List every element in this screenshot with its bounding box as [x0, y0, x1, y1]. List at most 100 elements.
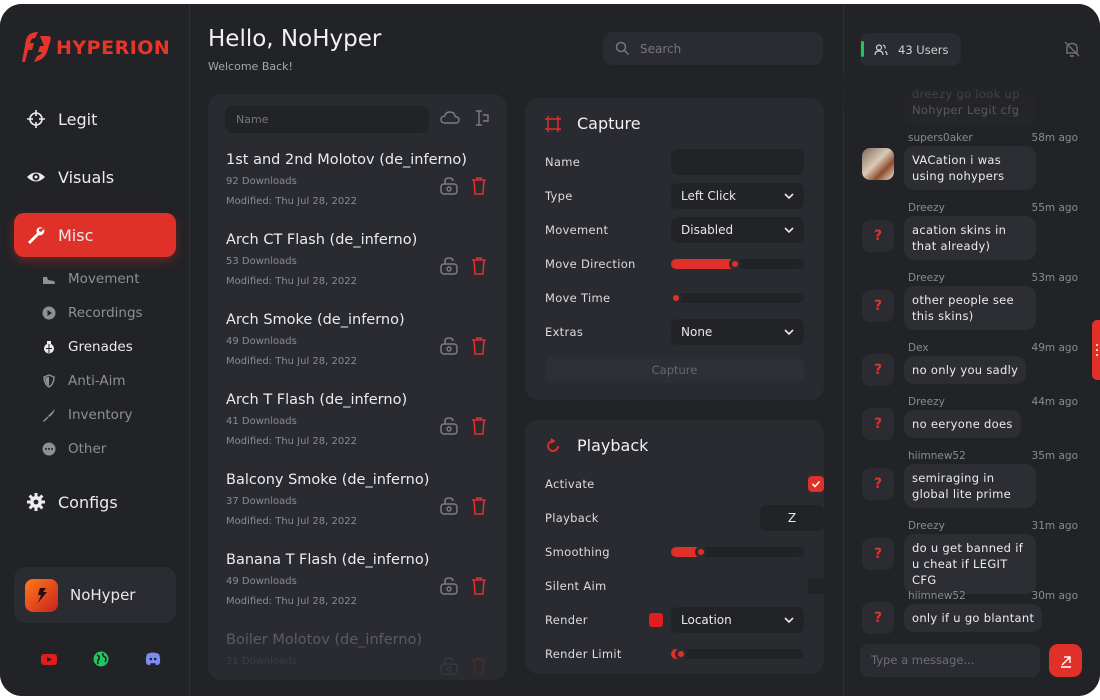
activate-row: Activate [545, 471, 824, 497]
text-cursor-icon[interactable] [472, 110, 490, 126]
unlock-icon[interactable] [439, 656, 459, 676]
sub-item-inventory[interactable]: Inventory [42, 407, 132, 423]
capture-name-label: Name [545, 155, 581, 169]
discord-icon[interactable] [144, 650, 162, 668]
capture-movement-label: Movement [545, 223, 609, 237]
capture-button[interactable]: Capture [545, 357, 804, 383]
slider-knob[interactable] [728, 258, 741, 270]
render-select[interactable]: Location [671, 607, 804, 633]
list-item-actions [439, 416, 489, 436]
chat-message-header: hiimnew52 30m ago [908, 590, 1078, 602]
chat-username[interactable]: hiimnew52 [908, 450, 966, 462]
slider-knob[interactable] [695, 546, 708, 558]
chat-timestamp: 49m ago [1031, 342, 1078, 354]
trash-icon[interactable] [469, 656, 489, 676]
nav-item-legit[interactable]: Legit [14, 97, 176, 141]
chat-username[interactable]: Dreezy [908, 520, 945, 532]
capture-name-input[interactable] [671, 149, 804, 175]
search-placeholder: Search [640, 41, 682, 56]
avatar[interactable] [862, 148, 894, 180]
silent-aim-checkbox[interactable] [808, 578, 824, 594]
list-item[interactable]: Balcony Smoke (de_inferno) 37 Downloads Mo… [226, 472, 496, 552]
nav-item-misc[interactable]: Misc [14, 213, 176, 257]
list-item-title: Arch T Flash (de_inferno) [226, 392, 408, 408]
trash-icon[interactable] [469, 256, 489, 276]
move-time-slider[interactable] [669, 292, 804, 304]
trash-icon[interactable] [469, 416, 489, 436]
playback-title: Playback [545, 436, 648, 455]
nav-item-configs[interactable]: Configs [14, 480, 176, 524]
grenade-list-panel: Name 1st and 2nd Molotov (de_inferno) 92 … [208, 94, 507, 680]
cloud-icon[interactable] [440, 110, 460, 126]
chat-username[interactable]: Dreezy [908, 272, 945, 284]
name-filter-input[interactable]: Name [225, 106, 429, 133]
unlock-icon[interactable] [439, 496, 459, 516]
avatar[interactable]: ? [862, 220, 894, 252]
online-users-pill[interactable]: 43 Users [860, 33, 961, 66]
list-item[interactable]: Arch Smoke (de_inferno) 49 Downloads Modif… [226, 312, 496, 392]
avatar[interactable]: ? [862, 408, 894, 440]
slider-knob[interactable] [669, 292, 682, 304]
activate-checkbox[interactable] [808, 476, 824, 492]
chat-bubble: dreezy go look up Nohyper Legit cfg [904, 80, 1036, 124]
list-item[interactable]: 1st and 2nd Molotov (de_inferno) 92 Downl… [226, 152, 496, 232]
chat-username[interactable]: Dreezy [908, 396, 945, 408]
chat-username[interactable]: Dreezy [908, 202, 945, 214]
sub-item-grenades[interactable]: Grenades [42, 339, 133, 355]
unlock-icon[interactable] [439, 416, 459, 436]
youtube-icon[interactable] [40, 650, 58, 668]
slider-fill [671, 648, 688, 660]
sub-item-label: Anti-Aim [68, 373, 126, 389]
search-input[interactable]: Search [603, 32, 823, 65]
chat-message-input[interactable]: Type a message... [860, 644, 1040, 677]
unlock-icon[interactable] [439, 336, 459, 356]
unlock-icon[interactable] [439, 176, 459, 196]
avatar[interactable]: ? [862, 354, 894, 386]
smoothing-slider[interactable] [671, 546, 804, 558]
unlock-icon[interactable] [439, 576, 459, 596]
send-button[interactable] [1049, 644, 1082, 677]
extras-select[interactable]: None [671, 319, 804, 345]
render-color-swatch[interactable] [649, 613, 663, 627]
avatar[interactable]: ? [862, 290, 894, 322]
avatar[interactable]: ? [862, 538, 894, 570]
sub-item-recordings[interactable]: Recordings [42, 305, 143, 321]
capture-type-select[interactable]: Left Click [671, 183, 804, 209]
user-card[interactable]: NoHyper [14, 567, 176, 623]
list-item-modified: Modified: Thu Jul 28, 2022 [226, 436, 357, 447]
sub-item-anti-aim[interactable]: Anti-Aim [42, 373, 126, 389]
chat-username[interactable]: hiimnew52 [908, 590, 966, 602]
sub-item-other[interactable]: Other [42, 441, 106, 457]
chat-message-header: Dex 49m ago [908, 342, 1078, 354]
page-title: Hello, NoHyper [208, 26, 382, 52]
chat-username[interactable]: supers0aker [908, 132, 973, 144]
capture-movement-select[interactable]: Disabled [671, 217, 804, 243]
move-direction-slider[interactable] [671, 258, 804, 270]
list-item[interactable]: Arch T Flash (de_inferno) 41 Downloads Mod… [226, 392, 496, 472]
nav-item-visuals[interactable]: Visuals [14, 155, 176, 199]
trash-icon[interactable] [469, 176, 489, 196]
playback-keybind[interactable]: Z [760, 505, 824, 531]
avatar[interactable]: ? [862, 602, 894, 634]
unlock-icon[interactable] [439, 256, 459, 276]
chat-message-header: supers0aker 58m ago [908, 132, 1078, 144]
list-item[interactable]: Boiler Molotov (de_inferno) 31 Downloads [226, 632, 496, 680]
bell-muted-icon[interactable] [1063, 40, 1081, 58]
sub-item-movement[interactable]: Movement [42, 271, 140, 287]
trash-icon[interactable] [469, 576, 489, 596]
capture-movement-row: Movement Disabled [545, 217, 805, 243]
list-item[interactable]: Banana T Flash (de_inferno) 49 Downloads M… [226, 552, 496, 632]
chat-username[interactable]: Dex [908, 342, 929, 354]
trash-icon[interactable] [469, 336, 489, 356]
list-item[interactable]: Arch CT Flash (de_inferno) 53 Downloads Mo… [226, 232, 496, 312]
avatar[interactable]: ? [862, 468, 894, 500]
chat-collapse-handle[interactable] [1092, 320, 1100, 380]
trash-icon[interactable] [469, 496, 489, 516]
check-icon [811, 480, 821, 488]
globe-icon[interactable] [92, 650, 110, 668]
chevron-down-icon [784, 227, 794, 234]
render-limit-slider[interactable] [671, 648, 804, 660]
capture-type-value: Left Click [681, 189, 736, 203]
slider-knob[interactable] [675, 648, 688, 660]
capture-type-label: Type [545, 189, 573, 203]
